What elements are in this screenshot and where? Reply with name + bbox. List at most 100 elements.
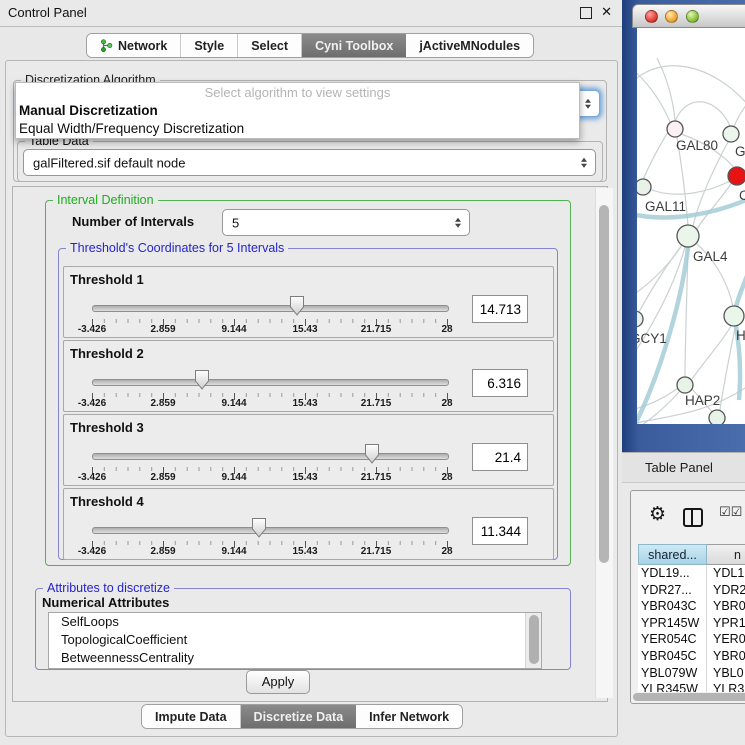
vertical-scrollbar-thumb[interactable]	[599, 205, 609, 563]
tick-label: 21.715	[361, 324, 392, 335]
table-row[interactable]: YBL079WYBL0	[638, 665, 745, 682]
network-node[interactable]	[723, 126, 739, 142]
tab-discretize-data[interactable]: Discretize Data	[241, 705, 357, 728]
cell-shared-name: YDL19...	[638, 565, 707, 582]
network-node[interactable]	[724, 306, 744, 326]
table-row[interactable]: YPR145WYPR1	[638, 615, 745, 632]
attributes-list[interactable]: SelfLoopsTopologicalCoefficientBetweenne…	[48, 612, 542, 669]
network-node[interactable]	[709, 410, 725, 424]
network-node[interactable]	[637, 311, 643, 327]
tab-cyni-toolbox[interactable]: Cyni Toolbox	[302, 34, 406, 57]
table-row[interactable]: YBR045CYBR0	[638, 648, 745, 665]
threshold-label: Threshold 3	[70, 420, 144, 435]
tab-label: Network	[118, 39, 167, 53]
tab-label: Select	[251, 39, 288, 53]
table-row[interactable]: YDR27...YDR2	[638, 582, 745, 599]
tab-style[interactable]: Style	[181, 34, 238, 57]
attributes-list-scrollbar-thumb[interactable]	[529, 615, 539, 664]
top-tab-bar: Network Style Select Cyni ToolboxjActiveMNo…	[86, 33, 534, 58]
table-data-combobox[interactable]: galFiltered.sif default node	[23, 149, 596, 176]
horizontal-scrollbar-thumb[interactable]	[633, 693, 745, 701]
network-window-titlebar[interactable]	[632, 4, 745, 28]
table-row[interactable]: YDL19...YDL1	[638, 565, 745, 582]
cell-name: YDL1	[707, 565, 744, 582]
control-panel-titlebar: Control Panel ✕	[0, 0, 622, 27]
network-node[interactable]	[677, 225, 699, 247]
horizontal-scrollbar[interactable]	[633, 693, 745, 701]
tick-label: 9.144	[221, 324, 246, 335]
threshold-slider-knob[interactable]	[251, 517, 267, 544]
threshold-slider-track[interactable]	[92, 305, 449, 312]
threshold-value-field[interactable]: 21.4	[472, 443, 528, 471]
tab-impute-data[interactable]: Impute Data	[142, 705, 241, 728]
network-node[interactable]	[677, 377, 693, 393]
minimize-traffic-light-icon[interactable]	[665, 10, 678, 23]
table-row[interactable]: YLR345WYLR3	[638, 681, 745, 692]
zoom-traffic-light-icon[interactable]	[686, 10, 699, 23]
tab-jactivemnodules[interactable]: jActiveMNodules	[406, 34, 533, 57]
tick-label: 28	[441, 398, 452, 409]
attribute-item-topologicalcoefficient[interactable]: TopologicalCoefficient	[49, 631, 541, 649]
threshold-label: Threshold 1	[70, 272, 144, 287]
threshold-slider-knob[interactable]	[364, 443, 380, 470]
column-header-name[interactable]: n	[707, 544, 745, 565]
apply-button[interactable]: Apply	[246, 670, 310, 694]
tick-label: -3.426	[78, 546, 106, 557]
tab-select[interactable]: Select	[238, 34, 302, 57]
threshold-value-field[interactable]: 14.713	[472, 295, 528, 323]
attribute-item-selfloops[interactable]: SelfLoops	[49, 613, 541, 631]
threshold-slider-knob[interactable]	[194, 369, 210, 396]
table-row[interactable]: YBR043CYBR0	[638, 598, 745, 615]
cell-name: YLR3	[707, 681, 744, 692]
threshold-slider-knob[interactable]	[289, 295, 305, 322]
float-window-icon[interactable]	[580, 7, 592, 19]
bottom-tab-bar: Impute Data Discretize Data Infer Network	[141, 704, 463, 729]
combo-arrows-icon	[585, 98, 591, 109]
attributes-list-scrollbar[interactable]	[525, 613, 541, 668]
control-panel-window: Control Panel ✕ Network Style Select Cyni T…	[0, 0, 622, 745]
attribute-item-betweennesscentrality[interactable]: BetweennessCentrality	[49, 649, 541, 667]
network-node[interactable]	[667, 121, 683, 137]
network-node[interactable]	[728, 167, 745, 185]
tick-label: 21.715	[361, 398, 392, 409]
tick-label: 15.43	[292, 398, 317, 409]
tick-label: 21.715	[361, 546, 392, 557]
node-table-rows: YDL19...YDL1YDR27...YDR2YBR043CYBR0YPR14…	[638, 565, 745, 692]
cell-name: YPR1	[707, 615, 745, 632]
cell-shared-name: YLR345W	[638, 681, 707, 692]
cell-shared-name: YBL079W	[638, 665, 707, 682]
tab-infer-network[interactable]: Infer Network	[356, 705, 462, 728]
table-row[interactable]: YER054CYER0	[638, 631, 745, 648]
tab-network[interactable]: Network	[87, 34, 181, 57]
threshold-slider-track[interactable]	[92, 527, 449, 534]
algorithm-option-equal-width-frequency-discretization[interactable]: Equal Width/Frequency Discretization	[16, 120, 579, 138]
node-label: GAL4	[693, 249, 728, 264]
network-window: GAL80GACGAL11GAL4GCY1HHAP2	[622, 0, 745, 452]
threshold-value-field[interactable]: 6.316	[472, 369, 528, 397]
select-columns-icon[interactable]: ☑☑	[719, 504, 742, 520]
cell-name: YBR0	[707, 648, 745, 665]
cell-name: YBR0	[707, 598, 745, 615]
threshold-label: Threshold 2	[70, 346, 144, 361]
gear-icon[interactable]: ⚙	[649, 505, 666, 524]
num-intervals-combobox[interactable]: 5	[222, 209, 470, 236]
column-header-shared[interactable]: shared...	[638, 544, 707, 565]
tab-label: Style	[194, 39, 224, 53]
algorithm-option-manual-discretization[interactable]: Manual Discretization	[16, 102, 579, 120]
tab-label: Discretize Data	[254, 710, 344, 724]
network-node[interactable]	[637, 179, 651, 195]
network-canvas[interactable]: GAL80GACGAL11GAL4GCY1HHAP2	[637, 28, 745, 424]
table-data-value: galFiltered.sif default node	[33, 155, 185, 170]
slider-ticks	[92, 393, 449, 401]
close-traffic-light-icon[interactable]	[645, 10, 658, 23]
tick-label: -3.426	[78, 398, 106, 409]
threshold-slider-track[interactable]	[92, 453, 449, 460]
tick-label: 9.144	[221, 472, 246, 483]
node-label: GAL80	[676, 138, 718, 153]
cell-name: YBL0	[707, 665, 744, 682]
close-icon[interactable]: ✕	[601, 4, 612, 20]
column-layout-icon[interactable]	[683, 508, 703, 527]
threshold-slider-track[interactable]	[92, 379, 449, 386]
threshold-value-field[interactable]: 11.344	[472, 517, 528, 545]
vertical-scrollbar[interactable]	[595, 188, 613, 698]
